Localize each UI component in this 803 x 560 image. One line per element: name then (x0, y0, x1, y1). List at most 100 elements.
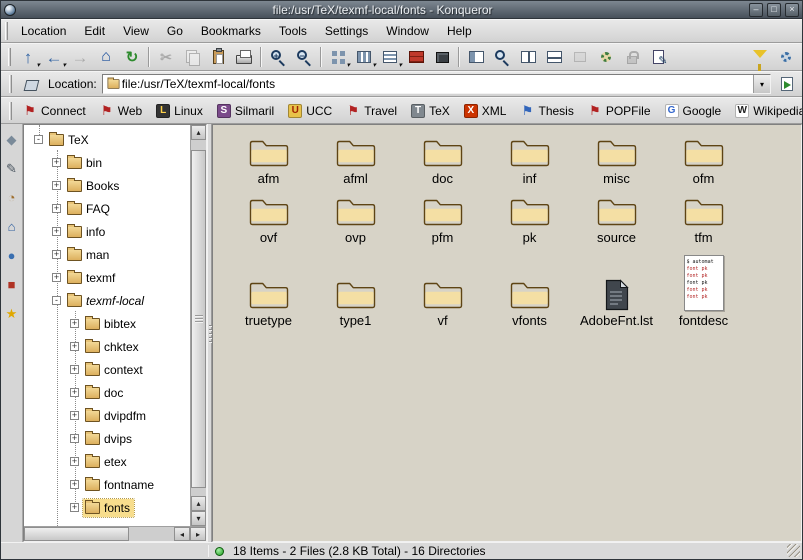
tree-item-dvips[interactable]: +dvips (24, 427, 190, 450)
expand-expander[interactable]: + (70, 365, 79, 374)
tree-item-chktex[interactable]: +chktex (24, 335, 190, 358)
toolbar-handle[interactable] (8, 48, 11, 66)
icon-view-button[interactable]: ▾ (325, 45, 351, 70)
tree-item-books[interactable]: +Books (24, 174, 190, 197)
print-button[interactable] (231, 45, 257, 70)
scrollbar-track[interactable] (24, 527, 174, 541)
tree-item-context[interactable]: +context (24, 358, 190, 381)
location-input[interactable] (122, 76, 753, 92)
cut-button[interactable]: ✂ (153, 45, 179, 70)
file-item-pk[interactable]: pk (486, 194, 573, 245)
tree-item-fonts[interactable]: +fonts (24, 496, 190, 519)
scroll-left-button[interactable]: ◂ (174, 527, 190, 541)
file-item-fontdesc[interactable]: $ automat font pk font pk font pk font p… (660, 255, 747, 328)
close-button[interactable]: × (785, 3, 799, 17)
tree-item-texmf[interactable]: +texmf (24, 266, 190, 289)
bookmark-linux[interactable]: LLinux (149, 102, 210, 120)
tree-item-texmf-local[interactable]: -texmf-local (24, 289, 190, 312)
file-item-inf[interactable]: inf (486, 135, 573, 186)
panel-splitter[interactable] (207, 124, 212, 542)
menubar-handle[interactable] (5, 22, 8, 40)
menu-window[interactable]: Window (377, 21, 438, 41)
filter-button[interactable] (747, 45, 773, 70)
expand-expander[interactable]: + (70, 457, 79, 466)
folder-icon-view[interactable]: afm afml doc inf misc ofm ovf ovp pfm pk… (212, 124, 802, 542)
file-item-ovp[interactable]: ovp (312, 194, 399, 245)
menu-tools[interactable]: Tools (270, 21, 316, 41)
file-item-pfm[interactable]: pfm (399, 194, 486, 245)
forward-button[interactable]: → (67, 45, 93, 70)
html-view-button[interactable] (403, 45, 429, 70)
bookmark-xml[interactable]: XXML (457, 102, 514, 120)
expand-expander[interactable]: + (70, 342, 79, 351)
expand-expander[interactable]: + (52, 204, 61, 213)
file-item-doc[interactable]: doc (399, 135, 486, 186)
multicolumn-view-button[interactable]: ▾ (351, 45, 377, 70)
location-dropdown-button[interactable]: ▾ (753, 75, 770, 93)
go-button[interactable] (776, 72, 798, 97)
file-item-afml[interactable]: afml (312, 135, 399, 186)
sidebar-tab-bookmarks[interactable]: ★ (3, 304, 21, 322)
zoom-in-button[interactable]: + (265, 45, 291, 70)
expand-expander[interactable]: + (70, 319, 79, 328)
menu-edit[interactable]: Edit (75, 21, 114, 41)
maximize-button[interactable]: □ (767, 3, 781, 17)
expand-expander[interactable]: + (52, 158, 61, 167)
back-button[interactable]: ←▾ (41, 45, 67, 70)
locationbar-handle[interactable] (9, 75, 12, 93)
show-sidebar-button[interactable] (463, 45, 489, 70)
menu-settings[interactable]: Settings (316, 21, 377, 41)
bookmark-web[interactable]: ⚑Web (93, 102, 149, 120)
bookmark-travel[interactable]: ⚑Travel (339, 102, 404, 120)
tree-item-dvipdfm[interactable]: +dvipdfm (24, 404, 190, 427)
scrollbar-thumb[interactable] (24, 527, 129, 541)
menu-go[interactable]: Go (158, 21, 192, 41)
file-item-source[interactable]: source (573, 194, 660, 245)
expand-expander[interactable]: + (70, 411, 79, 420)
split-view-top-bottom-button[interactable] (541, 45, 567, 70)
menu-view[interactable]: View (114, 21, 158, 41)
scroll-right-button[interactable]: ▸ (190, 527, 206, 541)
expand-expander[interactable]: + (70, 503, 79, 512)
bookmark-connect[interactable]: ⚑Connect (16, 102, 93, 120)
tree-item-man[interactable]: +man (24, 243, 190, 266)
sidebar-tab-annotate[interactable]: ✎ (3, 159, 21, 177)
clear-location-button[interactable] (21, 72, 41, 97)
scroll-up-button[interactable]: ▴ (191, 125, 206, 140)
find-file-button[interactable] (489, 45, 515, 70)
bookmarkbar-handle[interactable] (9, 102, 12, 120)
file-item-vfonts[interactable]: vfonts (486, 277, 573, 328)
reload-button[interactable]: ↻ (119, 45, 145, 70)
lock-view-button[interactable] (619, 45, 645, 70)
up-button[interactable]: ↑▾ (15, 45, 41, 70)
bookmark-tex[interactable]: TTeX (404, 102, 457, 120)
bookmark-wikipedia[interactable]: WWikipedia (728, 102, 802, 120)
file-item-ofm[interactable]: ofm (660, 135, 747, 186)
file-item-afm[interactable]: afm (225, 135, 312, 186)
scroll-down-button[interactable]: ▾ (191, 511, 206, 526)
collapse-expander[interactable]: - (52, 296, 61, 305)
paste-button[interactable] (205, 45, 231, 70)
bookmark-thesis[interactable]: ⚑Thesis (513, 102, 580, 120)
file-item-tfm[interactable]: tfm (660, 194, 747, 245)
expand-expander[interactable]: + (52, 181, 61, 190)
scrollbar-track[interactable] (191, 140, 206, 496)
bookmark-silmaril[interactable]: SSilmaril (210, 102, 281, 120)
file-item-type1[interactable]: type1 (312, 277, 399, 328)
menu-location[interactable]: Location (12, 21, 75, 41)
file-item-truetype[interactable]: truetype (225, 277, 312, 328)
file-item-adobefnt[interactable]: AdobeFnt.lst (573, 279, 660, 328)
scrollbar-thumb[interactable] (191, 150, 206, 488)
home-button[interactable]: ⌂ (93, 45, 119, 70)
minimize-button[interactable]: – (749, 3, 763, 17)
expand-expander[interactable]: + (52, 250, 61, 259)
sidebar-tab-network[interactable]: ● (3, 246, 21, 264)
sidebar-tab-home[interactable]: ⌂ (3, 217, 21, 235)
tree-item-etex[interactable]: +etex (24, 450, 190, 473)
expand-expander[interactable]: + (52, 227, 61, 236)
expand-expander[interactable]: + (70, 480, 79, 489)
expand-expander[interactable]: + (70, 388, 79, 397)
sidebar-tab-root-folder[interactable]: ■ (3, 275, 21, 293)
expand-expander[interactable]: + (70, 434, 79, 443)
tree-horizontal-scrollbar[interactable]: ◂ ▸ (24, 526, 206, 541)
